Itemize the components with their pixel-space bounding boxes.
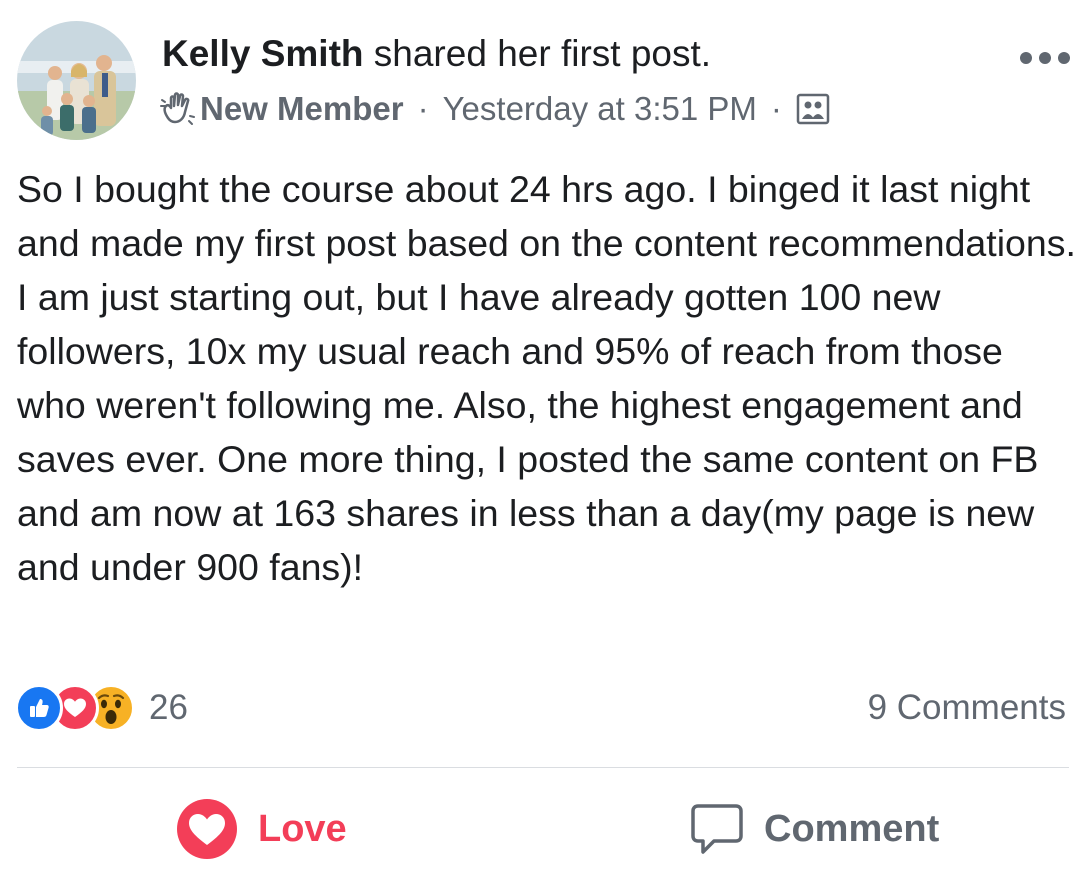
meta-separator: ·: [770, 90, 782, 127]
comment-bubble-icon: [690, 802, 744, 856]
post-body: So I bought the course about 24 hrs ago.…: [17, 168, 1076, 588]
reactions-summary[interactable]: 26: [15, 684, 188, 732]
divider: [17, 767, 1069, 768]
avatar[interactable]: [17, 21, 136, 140]
like-reaction-icon: [15, 684, 63, 732]
heart-icon: [176, 798, 238, 860]
member-badge[interactable]: New Member: [200, 88, 404, 130]
post-timestamp[interactable]: Yesterday at 3:51 PM: [443, 88, 757, 130]
post-action-text: shared her first post.: [373, 33, 712, 74]
group-photo-icon: [796, 92, 830, 126]
post-meta: New Member · Yesterday at 3:51 PM ·: [160, 88, 830, 130]
meta-separator: ·: [417, 90, 429, 127]
comment-button[interactable]: Comment: [690, 797, 939, 861]
more-options-icon[interactable]: [1020, 46, 1070, 70]
comments-count-link[interactable]: 9 Comments: [868, 688, 1066, 728]
reaction-count: 26: [149, 688, 188, 727]
post-card: Kelly Smith shared her first post. New M…: [0, 0, 1090, 878]
waving-hand-icon: [160, 92, 196, 126]
love-button-label: Love: [258, 807, 347, 850]
author-name[interactable]: Kelly Smith: [162, 33, 364, 74]
post-header-title: Kelly Smith shared her first post.: [162, 32, 711, 76]
comment-button-label: Comment: [764, 807, 940, 850]
love-button[interactable]: Love: [176, 797, 347, 861]
